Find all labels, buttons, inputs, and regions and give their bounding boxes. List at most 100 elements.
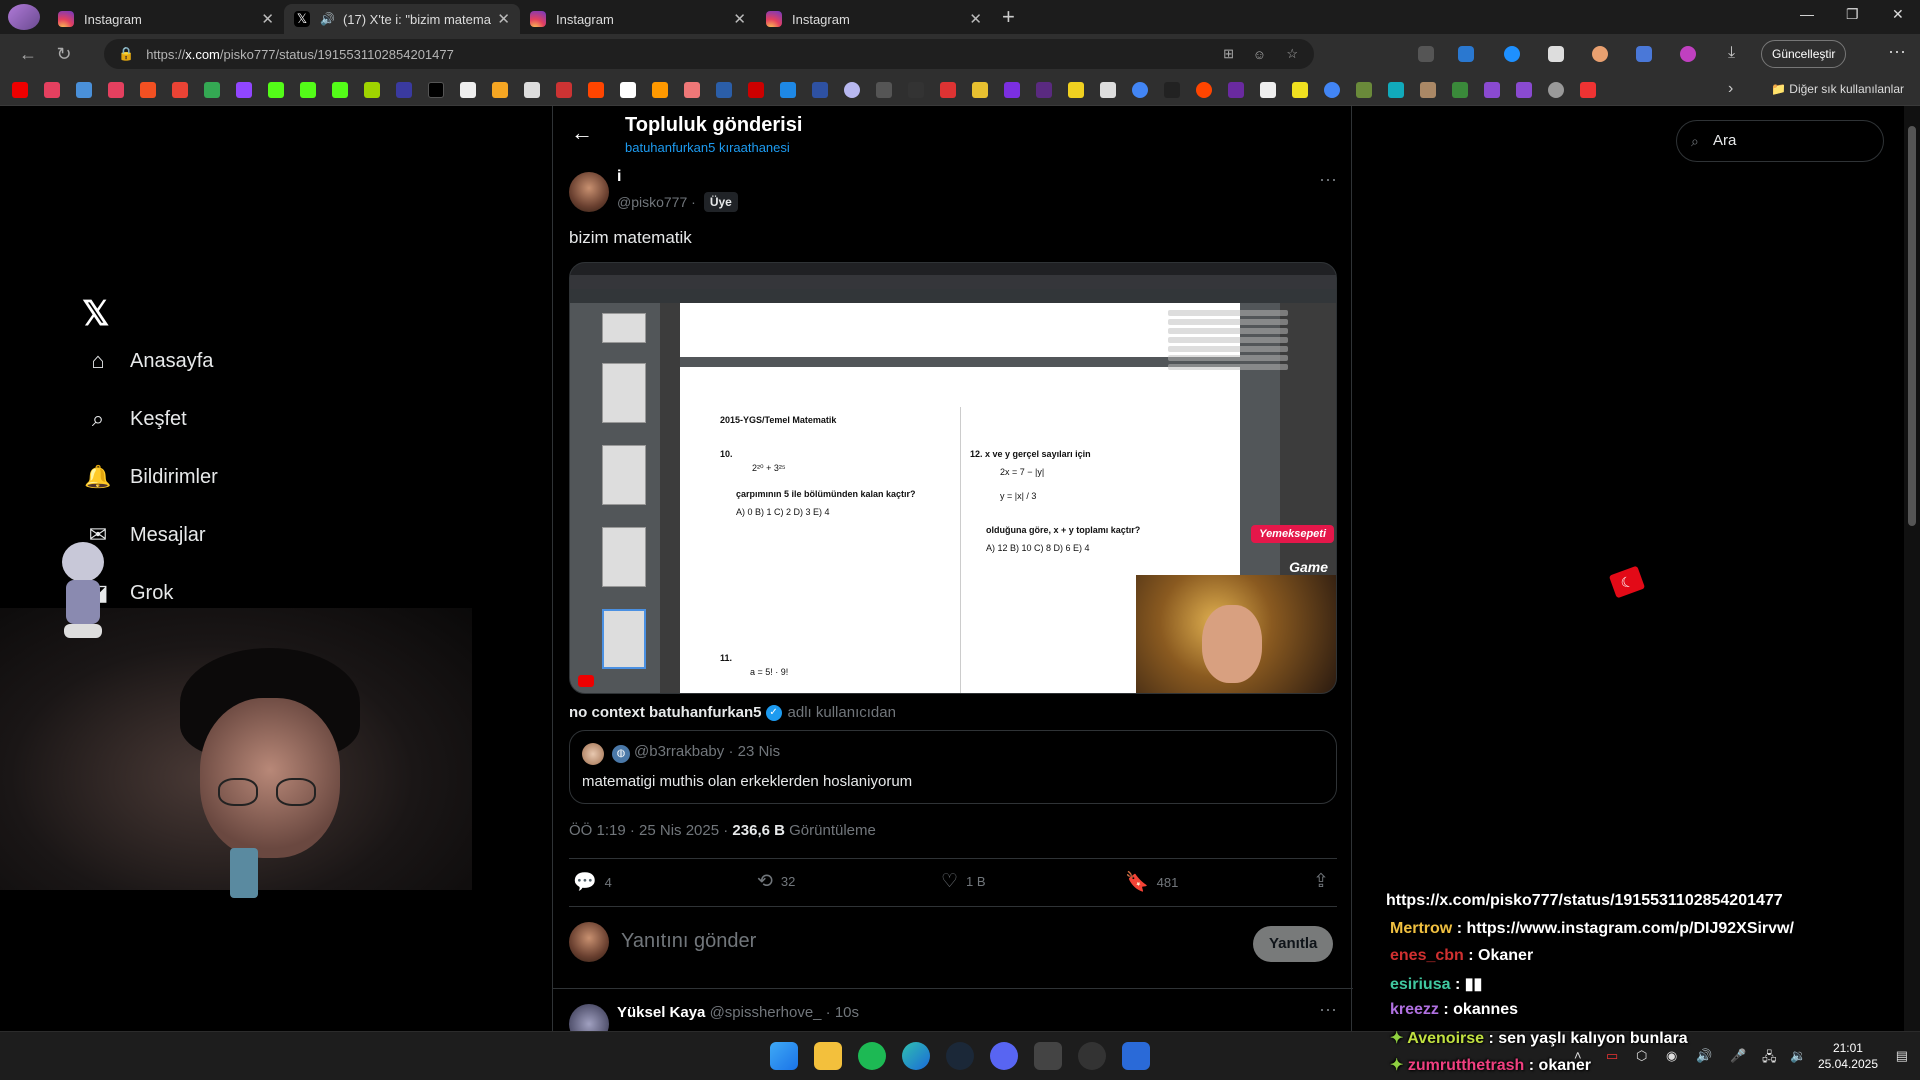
reddit-icon[interactable] [588, 82, 604, 98]
bookmark-icon[interactable] [1484, 82, 1500, 98]
gmail-icon[interactable] [172, 82, 188, 98]
like-button[interactable]: ♡ 1 B [941, 870, 986, 893]
bookmark-icon[interactable] [1228, 82, 1244, 98]
x-icon[interactable] [428, 82, 444, 98]
app-icon[interactable] [1034, 1042, 1062, 1070]
youtube-icon[interactable] [12, 82, 28, 98]
instagram-icon[interactable] [44, 82, 60, 98]
maximize-button[interactable]: ❐ [1846, 6, 1859, 23]
author-name[interactable]: i [617, 168, 621, 186]
bookmark-icon[interactable] [1004, 82, 1020, 98]
attribution-name[interactable]: no context batuhanfurkan5 [569, 704, 762, 721]
author-handle[interactable]: @pisko777 · [617, 194, 696, 210]
favorite-star-icon[interactable]: ☆ [1286, 46, 1298, 62]
speaker-icon[interactable]: 🔊 [320, 12, 335, 26]
bookmark-icon[interactable] [1388, 82, 1404, 98]
extension-icon[interactable] [1458, 46, 1474, 62]
community-link[interactable]: batuhanfurkan5 kıraathanesi [625, 140, 790, 155]
close-icon[interactable]: ✕ [261, 10, 274, 28]
bookmark-icon[interactable] [1420, 82, 1436, 98]
back-arrow-icon[interactable]: ← [571, 120, 593, 146]
bookmark-icon[interactable] [524, 82, 540, 98]
scrollbar-thumb[interactable] [1908, 126, 1916, 526]
extension-icon[interactable] [1592, 46, 1608, 62]
browser-tab-1[interactable]: Instagram ✕ [48, 4, 284, 34]
nav-item-notifications[interactable]: 🔔 Bildirimler [82, 464, 218, 490]
new-tab-button[interactable]: + [1002, 4, 1015, 30]
reply-submit-button[interactable]: Yanıtla [1253, 926, 1334, 962]
app-icon[interactable] [1122, 1042, 1150, 1070]
microsoft-icon[interactable] [140, 82, 156, 98]
menu-icon[interactable]: ⋯ [1888, 42, 1906, 63]
bookmark-icon[interactable] [1164, 82, 1180, 98]
bookmark-icon[interactable] [1356, 82, 1372, 98]
bookmark-icon[interactable] [1068, 82, 1084, 98]
nav-item-explore[interactable]: ⌕ Keşfet [82, 406, 187, 432]
profile-avatar[interactable] [8, 4, 40, 30]
more-options-icon[interactable]: ⋯ [1319, 170, 1337, 191]
close-icon[interactable]: ✕ [969, 10, 982, 28]
bookmark-icon[interactable] [1516, 82, 1532, 98]
instagram-icon[interactable] [108, 82, 124, 98]
bookmark-button[interactable]: 🔖 481 [1125, 870, 1178, 894]
twitch-icon[interactable] [236, 82, 252, 98]
repost-button[interactable]: ⟲ 32 [757, 870, 795, 893]
comment-avatar[interactable] [569, 1004, 609, 1031]
volume-icon[interactable]: 🔊 [1696, 1048, 1712, 1064]
obs-icon[interactable] [1078, 1042, 1106, 1070]
bookmark-icon[interactable] [780, 82, 796, 98]
bookmark-icon[interactable] [908, 82, 924, 98]
refresh-icon[interactable]: ↻ [46, 44, 82, 65]
extension-icon[interactable] [1680, 46, 1696, 62]
bookmark-icon[interactable] [1580, 82, 1596, 98]
steam-tray-icon[interactable]: ◉ [1666, 1048, 1677, 1064]
bookmark-icon[interactable] [812, 82, 828, 98]
more-options-icon[interactable]: ⋯ [1319, 1000, 1337, 1021]
bookmark-icon[interactable] [1260, 82, 1276, 98]
file-explorer-icon[interactable] [814, 1042, 842, 1070]
start-icon[interactable] [770, 1042, 798, 1070]
bookmark-icon[interactable] [76, 82, 92, 98]
discord-icon[interactable] [990, 1042, 1018, 1070]
speaker-icon[interactable]: 🔉 [1790, 1048, 1806, 1064]
update-button[interactable]: Güncelleştir [1761, 40, 1847, 68]
search-input[interactable]: ⌕ Ara [1676, 120, 1884, 162]
translate-icon[interactable] [1636, 46, 1652, 62]
quoted-post[interactable]: ◍ @b3rrakbaby · 23 Nis matematigi muthis… [569, 730, 1337, 804]
close-icon[interactable]: ✕ [497, 10, 510, 28]
bookmark-icon[interactable] [364, 82, 380, 98]
extension-icon[interactable] [1504, 46, 1520, 62]
maps-icon[interactable] [1452, 82, 1468, 98]
download-icon[interactable]: ⤓ [1728, 44, 1735, 62]
kick-icon[interactable] [300, 82, 316, 98]
author-avatar[interactable] [569, 172, 609, 212]
bookmark-icon[interactable] [940, 82, 956, 98]
tray-icon[interactable]: ⬡ [1636, 1048, 1647, 1064]
bookmark-icon[interactable] [396, 82, 412, 98]
close-window-button[interactable]: ✕ [1892, 6, 1904, 23]
app-icon[interactable]: ⊞ [1223, 46, 1234, 62]
bookmark-icon[interactable] [556, 82, 572, 98]
browser-tab-2[interactable]: 𝕏 🔊 (17) X'te i: "bizim matematik ✕ [284, 4, 520, 34]
reddit-icon[interactable] [1196, 82, 1212, 98]
close-icon[interactable]: ✕ [733, 10, 746, 28]
bookmark-icon[interactable] [620, 82, 636, 98]
chevron-right-icon[interactable]: › [1728, 80, 1733, 98]
x-logo[interactable]: 𝕏 [82, 294, 109, 334]
bookmark-icon[interactable] [716, 82, 732, 98]
clock[interactable]: 21:01 25.04.2025 [1818, 1040, 1878, 1072]
spotify-icon[interactable] [858, 1042, 886, 1070]
google-icon[interactable] [1132, 82, 1148, 98]
network-icon[interactable]: 🖧 [1762, 1048, 1777, 1070]
browser-tab-3[interactable]: Instagram ✕ [520, 4, 756, 34]
comment-author[interactable]: Yüksel Kaya @spissherhove_ · 10s [617, 1004, 859, 1021]
bookmark-icon[interactable] [844, 82, 860, 98]
reply-button[interactable]: 💬 4 [573, 870, 612, 894]
other-bookmarks[interactable]: 📁 Diğer sık kullanılanlar [1771, 82, 1904, 96]
bookmark-icon[interactable] [1100, 82, 1116, 98]
extension-icon[interactable] [1418, 46, 1434, 62]
google-icon[interactable] [1324, 82, 1340, 98]
bookmark-icon[interactable] [492, 82, 508, 98]
browser-tab-4[interactable]: Instagram ✕ [756, 4, 992, 34]
battery-icon[interactable]: ▭ [1606, 1048, 1618, 1064]
